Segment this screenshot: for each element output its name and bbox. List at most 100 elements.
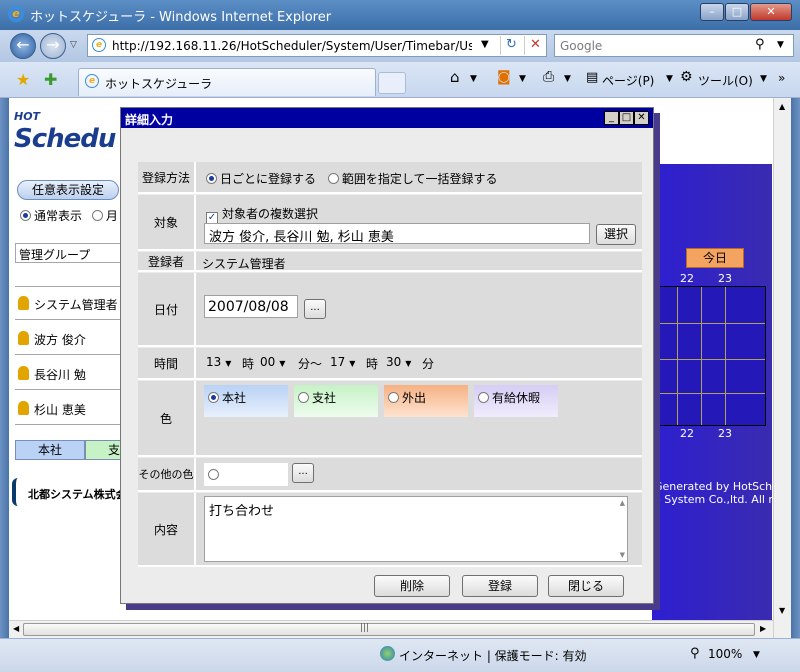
content-textarea[interactable]: 打ち合わせ ▲ ▼	[204, 496, 628, 562]
reg-range-radio[interactable]	[327, 173, 339, 184]
end-min-select[interactable]: 30 ▼	[386, 355, 411, 369]
min-unit: 分	[422, 357, 435, 371]
close-button[interactable]: 閉じる	[548, 575, 624, 597]
favorites-star-icon[interactable]: ★	[16, 70, 30, 89]
search-input[interactable]: Google ⚲ ▼	[554, 34, 794, 57]
member-row[interactable]: 波方 俊介	[15, 322, 123, 355]
zoom-dropdown-icon[interactable]: ▼	[753, 650, 760, 660]
minimize-button[interactable]: –	[700, 3, 724, 21]
color-picker-button[interactable]: ...	[292, 463, 314, 483]
scroll-right-icon[interactable]: ▶	[760, 624, 766, 633]
custom-view-button[interactable]: 任意表示設定	[17, 180, 119, 200]
other-color-radio[interactable]	[208, 469, 219, 480]
today-button[interactable]: 今日	[686, 248, 744, 268]
horizontal-scrollbar[interactable]: ◀ ||| ▶	[9, 620, 773, 638]
view-other-radio[interactable]	[91, 210, 103, 221]
color-option-gaishutsu[interactable]: 外出	[384, 385, 468, 417]
close-window-button[interactable]: ✕	[750, 3, 792, 21]
window-title: ホットスケジューラ - Windows Internet Explorer	[30, 10, 332, 25]
tools-menu-dropdown-icon[interactable]: ▼	[760, 74, 767, 84]
delete-button[interactable]: 削除	[374, 575, 450, 597]
member-row[interactable]: 杉山 恵美	[15, 392, 123, 425]
start-hour-select[interactable]: 13 ▼	[206, 355, 231, 369]
textarea-scroll-down-icon[interactable]: ▼	[620, 551, 625, 559]
stop-icon[interactable]: ✕	[524, 36, 546, 55]
page-menu-dropdown-icon[interactable]: ▼	[666, 74, 673, 84]
reg-daily-radio[interactable]	[206, 173, 217, 184]
end-min-value: 30	[386, 355, 402, 369]
home-dropdown-icon[interactable]: ▼	[470, 74, 477, 84]
group-select[interactable]: 管理グループ	[15, 243, 123, 263]
group-select-label: 管理グループ	[19, 248, 91, 262]
refresh-icon[interactable]: ↻	[500, 36, 522, 55]
member-row[interactable]: システム管理者	[15, 287, 123, 320]
forward-button[interactable]: →	[40, 33, 66, 59]
date-input[interactable]: 2007/08/08	[204, 295, 298, 318]
tab-hotscheduler[interactable]: e ホットスケジューラ	[78, 68, 376, 96]
color-radio[interactable]	[298, 392, 309, 403]
reg-daily-label: 日ごとに登録する	[220, 172, 317, 186]
address-bar[interactable]: e http://192.168.11.26/HotScheduler/Syst…	[87, 34, 547, 57]
chevron-down-icon: ▼	[279, 359, 286, 368]
feed-dropdown-icon[interactable]: ▼	[519, 74, 526, 84]
overflow-chevron-icon[interactable]: »	[778, 71, 785, 85]
registrant-value: システム管理者	[202, 257, 286, 271]
maximize-button[interactable]: □	[725, 3, 749, 21]
search-dropdown-icon[interactable]: ▼	[777, 40, 784, 50]
color-option-label: 外出	[402, 391, 427, 405]
scroll-thumb[interactable]: |||	[23, 623, 755, 636]
scroll-down-icon[interactable]: ▼	[779, 606, 785, 615]
rss-feed-icon[interactable]: ◙	[497, 69, 511, 85]
address-url[interactable]: http://192.168.11.26/HotScheduler/System…	[112, 39, 472, 53]
add-favorites-icon[interactable]: ✚	[44, 70, 57, 89]
print-icon[interactable]: ⎙	[543, 69, 554, 85]
row-target: 対象 ✓ 対象者の複数選択 波方 俊介, 長谷川 勉, 杉山 恵美 選択	[138, 195, 642, 251]
other-color-label: その他の色	[138, 458, 196, 490]
zoom-level[interactable]: 100%	[708, 647, 742, 661]
color-option-yukyu[interactable]: 有給休暇	[474, 385, 558, 417]
content-text: 打ち合わせ	[209, 504, 275, 519]
color-radio[interactable]	[208, 392, 219, 403]
dialog-maximize-icon[interactable]: □	[619, 111, 634, 125]
color-radio[interactable]	[478, 392, 489, 403]
start-min-select[interactable]: 00 ▼	[260, 355, 285, 369]
dialog-close-icon[interactable]: ✕	[634, 111, 649, 125]
page-menu[interactable]: ページ(P)	[602, 72, 654, 89]
select-button[interactable]: 選択	[596, 224, 636, 245]
view-normal-label: 通常表示	[34, 209, 83, 223]
member-row[interactable]: 長谷川 勉	[15, 357, 123, 390]
new-tab-button[interactable]	[378, 72, 406, 94]
back-button[interactable]: ←	[10, 33, 36, 59]
chevron-down-icon: ▼	[349, 359, 356, 368]
end-hour-select[interactable]: 17 ▼	[330, 355, 355, 369]
textarea-scroll-up-icon[interactable]: ▲	[620, 499, 625, 507]
member-name: 長谷川 勉	[34, 368, 86, 382]
color-option-shisha[interactable]: 支社	[294, 385, 378, 417]
vertical-scrollbar[interactable]: ▲ ▼	[773, 98, 791, 638]
date-picker-button[interactable]: ...	[304, 299, 326, 319]
row-color: 色 本社 支社 外出 有給休暇	[138, 381, 642, 457]
company-name: 北都システム株式会	[28, 488, 127, 501]
print-dropdown-icon[interactable]: ▼	[564, 74, 571, 84]
target-label: 対象	[138, 195, 196, 249]
address-toolbar: ← → ▽ e http://192.168.11.26/HotSchedule…	[0, 30, 800, 62]
chevron-down-icon[interactable]: ▽	[70, 40, 77, 50]
security-zone[interactable]: インターネット | 保護モード: 有効	[399, 647, 587, 664]
view-normal-radio[interactable]	[20, 210, 31, 221]
person-icon	[18, 366, 29, 380]
register-button[interactable]: 登録	[462, 575, 538, 597]
window-frame-right	[791, 98, 800, 638]
view-mode-options: 通常表示 月	[20, 207, 118, 224]
color-option-honsha[interactable]: 本社	[204, 385, 288, 417]
scroll-left-icon[interactable]: ◀	[13, 624, 19, 633]
other-color-field[interactable]	[204, 463, 288, 486]
tools-menu[interactable]: ツール(O)	[698, 72, 753, 89]
target-input[interactable]: 波方 俊介, 長谷川 勉, 杉山 恵美	[204, 223, 590, 244]
home-icon[interactable]: ⌂	[450, 68, 460, 86]
dialog-minimize-icon[interactable]: _	[604, 111, 619, 125]
color-option-label: 支社	[312, 391, 337, 405]
address-dropdown-icon[interactable]: ▼	[481, 39, 489, 50]
color-radio[interactable]	[388, 392, 399, 403]
scroll-up-icon[interactable]: ▲	[779, 102, 785, 111]
search-icon[interactable]: ⚲	[755, 37, 765, 52]
